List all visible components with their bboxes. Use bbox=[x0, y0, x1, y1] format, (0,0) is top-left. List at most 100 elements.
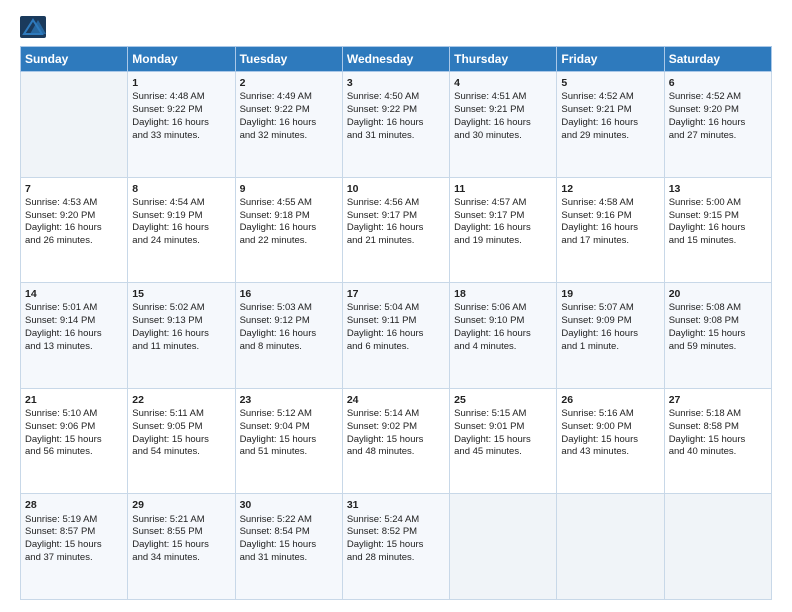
cell-info-line: and 31 minutes. bbox=[240, 552, 338, 565]
week-row-2: 7Sunrise: 4:53 AMSunset: 9:20 PMDaylight… bbox=[21, 177, 772, 283]
cell-2-7: 13Sunrise: 5:00 AMSunset: 9:15 PMDayligh… bbox=[664, 177, 771, 283]
cell-info-line: and 24 minutes. bbox=[132, 235, 230, 248]
cell-info-line: Sunrise: 5:12 AM bbox=[240, 408, 338, 421]
cell-info-line: and 21 minutes. bbox=[347, 235, 445, 248]
cell-2-1: 7Sunrise: 4:53 AMSunset: 9:20 PMDaylight… bbox=[21, 177, 128, 283]
cell-info-line: Sunrise: 5:21 AM bbox=[132, 514, 230, 527]
cell-info-line: Sunset: 9:17 PM bbox=[347, 210, 445, 223]
cell-info-line: Sunset: 8:55 PM bbox=[132, 526, 230, 539]
page: SundayMondayTuesdayWednesdayThursdayFrid… bbox=[0, 0, 792, 612]
cell-info-line: Sunrise: 5:07 AM bbox=[561, 302, 659, 315]
cell-info-line: Sunrise: 4:48 AM bbox=[132, 91, 230, 104]
cell-info-line: Sunset: 9:10 PM bbox=[454, 315, 552, 328]
day-number: 18 bbox=[454, 287, 552, 301]
day-number: 7 bbox=[25, 182, 123, 196]
day-number: 10 bbox=[347, 182, 445, 196]
cell-info-line: Sunrise: 5:14 AM bbox=[347, 408, 445, 421]
cell-info-line: Sunrise: 4:57 AM bbox=[454, 197, 552, 210]
cell-info-line: Sunrise: 4:55 AM bbox=[240, 197, 338, 210]
calendar-table: SundayMondayTuesdayWednesdayThursdayFrid… bbox=[20, 46, 772, 600]
cell-1-4: 3Sunrise: 4:50 AMSunset: 9:22 PMDaylight… bbox=[342, 72, 449, 178]
cell-5-7 bbox=[664, 494, 771, 600]
logo-icon bbox=[20, 16, 46, 38]
cell-info-line: Sunset: 9:12 PM bbox=[240, 315, 338, 328]
day-number: 27 bbox=[669, 393, 767, 407]
cell-info-line: Sunrise: 5:15 AM bbox=[454, 408, 552, 421]
cell-5-1: 28Sunrise: 5:19 AMSunset: 8:57 PMDayligh… bbox=[21, 494, 128, 600]
cell-info-line: and 48 minutes. bbox=[347, 446, 445, 459]
cell-info-line: Sunrise: 5:03 AM bbox=[240, 302, 338, 315]
cell-info-line: Daylight: 15 hours bbox=[25, 539, 123, 552]
cell-info-line: and 4 minutes. bbox=[454, 341, 552, 354]
cell-info-line: Sunset: 9:04 PM bbox=[240, 421, 338, 434]
day-number: 21 bbox=[25, 393, 123, 407]
cell-info-line: Daylight: 16 hours bbox=[561, 328, 659, 341]
cell-3-1: 14Sunrise: 5:01 AMSunset: 9:14 PMDayligh… bbox=[21, 283, 128, 389]
cell-4-1: 21Sunrise: 5:10 AMSunset: 9:06 PMDayligh… bbox=[21, 388, 128, 494]
week-row-5: 28Sunrise: 5:19 AMSunset: 8:57 PMDayligh… bbox=[21, 494, 772, 600]
day-number: 11 bbox=[454, 182, 552, 196]
cell-info-line: Daylight: 15 hours bbox=[347, 434, 445, 447]
logo bbox=[20, 16, 48, 38]
day-number: 14 bbox=[25, 287, 123, 301]
cell-info-line: and 28 minutes. bbox=[347, 552, 445, 565]
cell-info-line: Daylight: 16 hours bbox=[669, 117, 767, 130]
cell-info-line: Sunrise: 5:08 AM bbox=[669, 302, 767, 315]
cell-info-line: Sunrise: 5:11 AM bbox=[132, 408, 230, 421]
day-number: 9 bbox=[240, 182, 338, 196]
cell-4-2: 22Sunrise: 5:11 AMSunset: 9:05 PMDayligh… bbox=[128, 388, 235, 494]
cell-info-line: Sunset: 9:22 PM bbox=[132, 104, 230, 117]
cell-4-7: 27Sunrise: 5:18 AMSunset: 8:58 PMDayligh… bbox=[664, 388, 771, 494]
header-row: SundayMondayTuesdayWednesdayThursdayFrid… bbox=[21, 47, 772, 72]
cell-4-5: 25Sunrise: 5:15 AMSunset: 9:01 PMDayligh… bbox=[450, 388, 557, 494]
cell-info-line: Daylight: 16 hours bbox=[561, 222, 659, 235]
cell-info-line: and 6 minutes. bbox=[347, 341, 445, 354]
cell-info-line: Sunset: 9:20 PM bbox=[669, 104, 767, 117]
cell-info-line: and 56 minutes. bbox=[25, 446, 123, 459]
cell-info-line: Sunset: 9:17 PM bbox=[454, 210, 552, 223]
cell-info-line: Sunrise: 5:22 AM bbox=[240, 514, 338, 527]
cell-info-line: and 8 minutes. bbox=[240, 341, 338, 354]
cell-3-6: 19Sunrise: 5:07 AMSunset: 9:09 PMDayligh… bbox=[557, 283, 664, 389]
day-number: 22 bbox=[132, 393, 230, 407]
cell-info-line: Sunset: 9:13 PM bbox=[132, 315, 230, 328]
cell-info-line: Daylight: 16 hours bbox=[347, 117, 445, 130]
cell-info-line: Daylight: 15 hours bbox=[454, 434, 552, 447]
cell-info-line: Daylight: 16 hours bbox=[240, 222, 338, 235]
cell-info-line: Sunset: 9:21 PM bbox=[561, 104, 659, 117]
day-number: 28 bbox=[25, 498, 123, 512]
cell-info-line: Sunset: 8:57 PM bbox=[25, 526, 123, 539]
cell-info-line: Daylight: 15 hours bbox=[132, 434, 230, 447]
cell-info-line: Daylight: 16 hours bbox=[669, 222, 767, 235]
cell-info-line: and 22 minutes. bbox=[240, 235, 338, 248]
cell-info-line: and 37 minutes. bbox=[25, 552, 123, 565]
cell-info-line: Sunrise: 5:24 AM bbox=[347, 514, 445, 527]
day-number: 16 bbox=[240, 287, 338, 301]
cell-info-line: Daylight: 15 hours bbox=[132, 539, 230, 552]
col-header-sunday: Sunday bbox=[21, 47, 128, 72]
cell-info-line: Sunset: 9:06 PM bbox=[25, 421, 123, 434]
cell-5-5 bbox=[450, 494, 557, 600]
day-number: 13 bbox=[669, 182, 767, 196]
day-number: 30 bbox=[240, 498, 338, 512]
cell-info-line: Sunrise: 5:00 AM bbox=[669, 197, 767, 210]
day-number: 1 bbox=[132, 76, 230, 90]
cell-info-line: and 26 minutes. bbox=[25, 235, 123, 248]
cell-info-line: Daylight: 16 hours bbox=[132, 328, 230, 341]
col-header-friday: Friday bbox=[557, 47, 664, 72]
cell-info-line: Sunrise: 5:16 AM bbox=[561, 408, 659, 421]
cell-info-line: Sunset: 8:52 PM bbox=[347, 526, 445, 539]
cell-info-line: Sunset: 8:54 PM bbox=[240, 526, 338, 539]
cell-info-line: Daylight: 16 hours bbox=[25, 328, 123, 341]
day-number: 19 bbox=[561, 287, 659, 301]
cell-info-line: Sunrise: 5:10 AM bbox=[25, 408, 123, 421]
cell-info-line: Sunset: 9:01 PM bbox=[454, 421, 552, 434]
calendar-body: 1Sunrise: 4:48 AMSunset: 9:22 PMDaylight… bbox=[21, 72, 772, 600]
cell-info-line: and 30 minutes. bbox=[454, 130, 552, 143]
cell-info-line: Sunset: 9:05 PM bbox=[132, 421, 230, 434]
calendar-header: SundayMondayTuesdayWednesdayThursdayFrid… bbox=[21, 47, 772, 72]
col-header-wednesday: Wednesday bbox=[342, 47, 449, 72]
cell-info-line: Daylight: 15 hours bbox=[669, 434, 767, 447]
cell-info-line: Sunrise: 4:58 AM bbox=[561, 197, 659, 210]
cell-info-line: Daylight: 16 hours bbox=[132, 117, 230, 130]
